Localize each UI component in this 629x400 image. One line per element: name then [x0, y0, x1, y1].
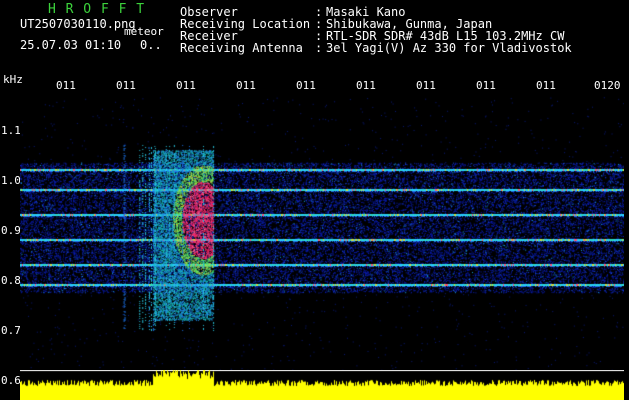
date-time: 25.07.03 01:10: [20, 38, 122, 52]
y-tick-label: 0.7: [1, 324, 21, 337]
unit-label: kHz: [3, 73, 23, 86]
x-tick-label: 011: [236, 79, 256, 92]
x-tick-label: 011: [296, 79, 316, 92]
antenna-label: Receiving Antenna: [180, 41, 303, 55]
file-tag: meteor: [124, 25, 164, 38]
y-tick-label: 0.6: [1, 374, 21, 387]
x-tick-label: 0120: [594, 79, 621, 92]
antenna-colon: :: [315, 41, 323, 55]
x-tick-label: 011: [116, 79, 136, 92]
x-tick-label: 011: [356, 79, 376, 92]
app-title: H R O F F T: [48, 2, 146, 17]
x-tick-label: 011: [176, 79, 196, 92]
x-tick-label: 011: [476, 79, 496, 92]
hrofft-window: H R O F F T UT2507030110.png meteor 25.0…: [0, 0, 629, 400]
y-tick-label: 1.0: [1, 174, 21, 187]
y-tick-label: 0.9: [1, 224, 21, 237]
power-strip-canvas: [20, 370, 624, 400]
spectrogram-canvas: [20, 96, 624, 382]
x-tick-label: 011: [56, 79, 76, 92]
x-tick-label: 011: [416, 79, 436, 92]
file-name: UT2507030110.png: [20, 17, 136, 31]
y-tick-label: 0.8: [1, 274, 21, 287]
y-tick-label: 1.1: [1, 124, 21, 137]
antenna-value: 3el Yagi(V) Az 330 for Vladivostok: [326, 41, 572, 55]
x-tick-label: 011: [536, 79, 556, 92]
extra-value: 0..: [140, 38, 162, 52]
